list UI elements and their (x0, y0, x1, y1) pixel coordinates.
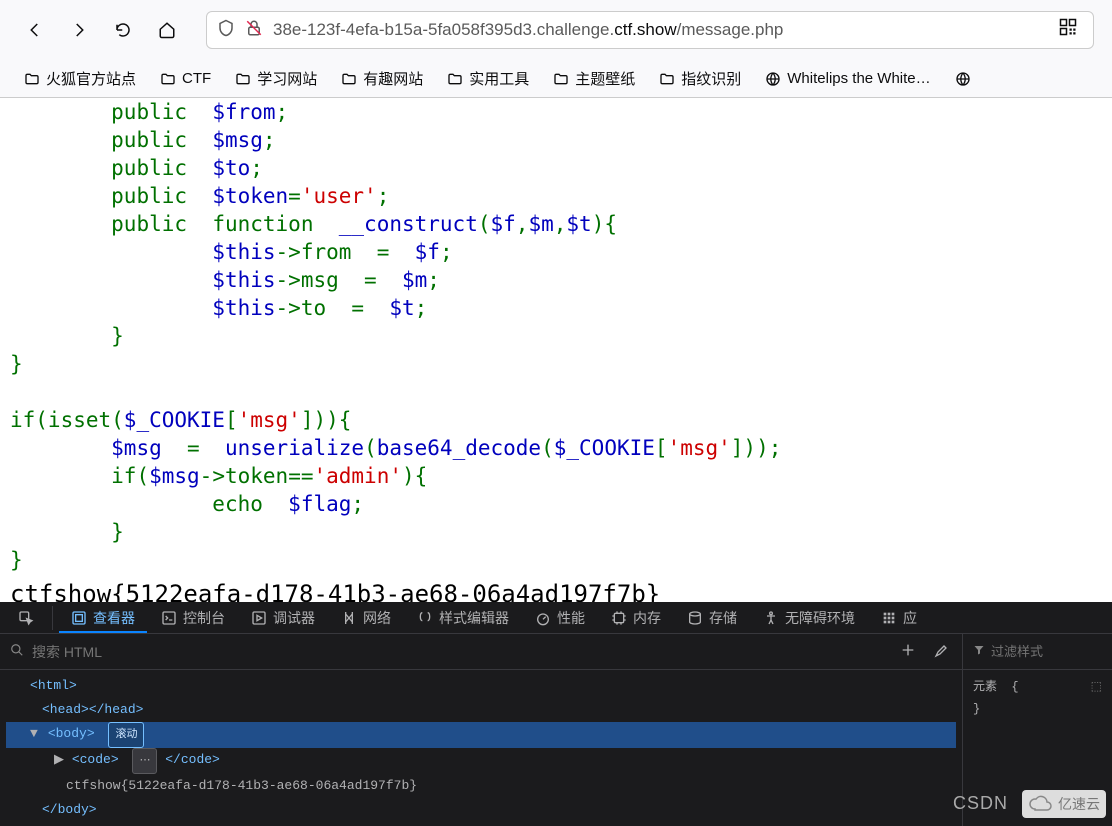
bookmark-item-cut[interactable] (945, 67, 981, 91)
html-tree-panel: <html> <head></head> ▼ <body> 滚动 ▶ <code… (0, 634, 962, 826)
tab-debugger[interactable]: 调试器 (239, 602, 327, 633)
tab-style-editor[interactable]: 样式编辑器 (405, 602, 521, 633)
page-content: public $from; public $msg; public $to; p… (0, 98, 1112, 612)
back-button[interactable] (18, 13, 52, 47)
bookmark-item[interactable]: Whitelips the White… (755, 66, 940, 91)
tree-row-html[interactable]: <html> (6, 674, 956, 698)
search-icon (10, 643, 24, 660)
home-button[interactable] (150, 13, 184, 47)
qr-icon[interactable] (1059, 18, 1083, 42)
tree-row-code[interactable]: ▶ <code> ⋯ </code> (6, 748, 956, 774)
reload-button[interactable] (106, 13, 140, 47)
bookmark-item[interactable]: 火狐官方站点 (14, 64, 146, 93)
bookmark-item[interactable]: 主题壁纸 (543, 64, 645, 93)
shield-icon (217, 19, 235, 42)
eyedropper-button[interactable] (928, 638, 952, 665)
tab-storage[interactable]: 存储 (675, 602, 749, 633)
tree-row-body[interactable]: ▼ <body> 滚动 (6, 722, 956, 748)
code-line: $this->msg = $m; (10, 266, 1102, 294)
filter-icon (973, 644, 985, 659)
tree-row-head[interactable]: <head></head> (6, 698, 956, 722)
html-search-input[interactable] (32, 644, 888, 660)
code-line: $this->from = $f; (10, 238, 1102, 266)
code-line: $this->to = $t; (10, 294, 1102, 322)
code-line: public $msg; (10, 126, 1102, 154)
code-line: if($msg->token=='admin'){ (10, 462, 1102, 490)
tab-accessibility[interactable]: 无障碍环境 (751, 602, 867, 633)
watermark-ysy: 亿速云 (1022, 790, 1106, 818)
cloud-icon (1028, 792, 1052, 816)
bookmarks-bar: 火狐官方站点 CTF 学习网站 有趣网站 实用工具 主题壁纸 指纹识别 Whit… (0, 60, 1112, 98)
styles-filter-input[interactable] (991, 644, 1112, 659)
insecure-lock-icon (245, 19, 263, 42)
style-rule: 元素 { ⬚ } (963, 670, 1112, 726)
devtools-tabs: 查看器 控制台 调试器 网络 样式编辑器 性能 内存 存储 无障碍环境 应 (0, 602, 1112, 634)
code-line (10, 378, 1102, 406)
tree-row-body-close[interactable]: </body> (6, 798, 956, 822)
url-bar[interactable]: 38e-123f-4efa-b15a-5fa058f395d3.challeng… (206, 11, 1094, 49)
bookmark-item[interactable]: CTF (150, 66, 221, 91)
forward-button[interactable] (62, 13, 96, 47)
tab-inspector[interactable]: 查看器 (59, 602, 147, 633)
browser-toolbar: 38e-123f-4efa-b15a-5fa058f395d3.challeng… (0, 0, 1112, 60)
html-search-bar (0, 634, 962, 670)
tab-memory[interactable]: 内存 (599, 602, 673, 633)
tree-row-flag-text[interactable]: ctfshow{5122eafa-d178-41b3-ae68-06a4ad19… (6, 774, 956, 798)
code-line: echo $flag; (10, 490, 1102, 518)
code-line: if(isset($_COOKIE['msg'])){ (10, 406, 1102, 434)
code-line: $msg = unserialize(base64_decode($_COOKI… (10, 434, 1102, 462)
code-line: public $token='user'; (10, 182, 1102, 210)
code-line: public $from; (10, 98, 1102, 126)
tab-network[interactable]: 网络 (329, 602, 403, 633)
bookmark-item[interactable]: 有趣网站 (331, 64, 433, 93)
devtools-panel: 查看器 控制台 调试器 网络 样式编辑器 性能 内存 存储 无障碍环境 应 <h… (0, 602, 1112, 826)
url-text: 38e-123f-4efa-b15a-5fa058f395d3.challeng… (273, 20, 1043, 40)
code-line: public $to; (10, 154, 1102, 182)
watermark-csdn: CSDN (953, 793, 1008, 814)
code-line: } (10, 322, 1102, 350)
code-line: } (10, 350, 1102, 378)
tab-performance[interactable]: 性能 (523, 602, 597, 633)
code-line: } (10, 518, 1102, 546)
code-line: public function __construct($f,$m,$t){ (10, 210, 1102, 238)
add-button[interactable] (896, 638, 920, 665)
code-line: } (10, 546, 1102, 574)
pick-element-button[interactable] (6, 602, 46, 633)
bookmark-item[interactable]: 学习网站 (225, 64, 327, 93)
tab-app[interactable]: 应 (869, 602, 929, 633)
html-tree[interactable]: <html> <head></head> ▼ <body> 滚动 ▶ <code… (0, 670, 962, 826)
bookmark-item[interactable]: 指纹识别 (649, 64, 751, 93)
tab-console[interactable]: 控制台 (149, 602, 237, 633)
bookmark-item[interactable]: 实用工具 (437, 64, 539, 93)
edit-icon[interactable]: ⬚ (1091, 676, 1102, 698)
